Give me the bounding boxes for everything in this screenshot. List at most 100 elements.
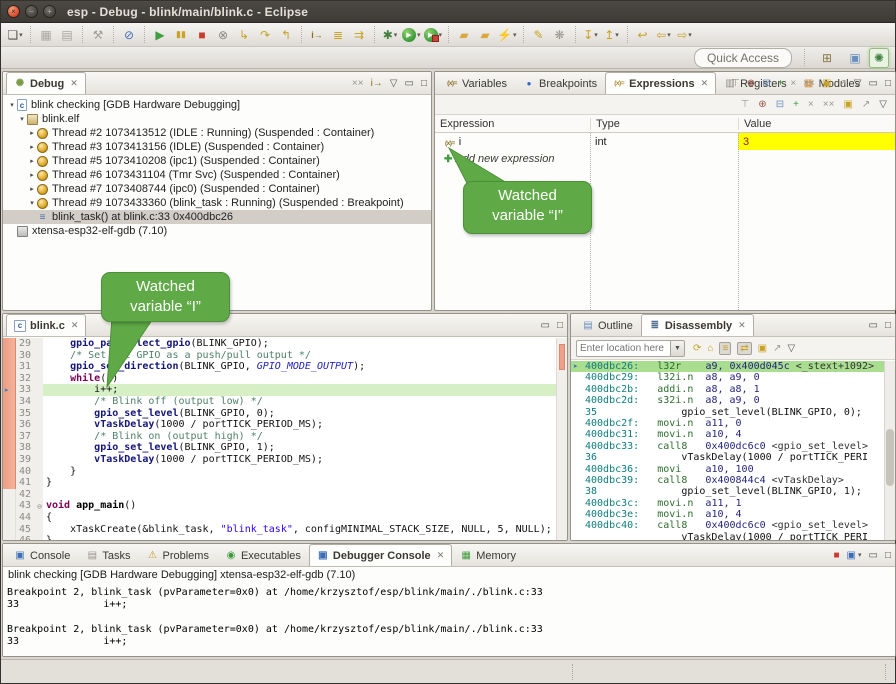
annotation-ruler-cell[interactable] bbox=[3, 396, 16, 408]
maximize-window-button[interactable]: + bbox=[43, 5, 56, 18]
console-tab-debugger-console[interactable]: Debugger Console✕ bbox=[309, 544, 452, 566]
code-line[interactable]: 41} bbox=[3, 477, 556, 489]
line-number[interactable]: 43⊖ bbox=[16, 500, 43, 512]
close-icon[interactable]: ✕ bbox=[71, 320, 79, 331]
expander-closed-icon[interactable]: ▸ bbox=[27, 185, 37, 193]
step-over-icon[interactable]: ↷ bbox=[255, 25, 275, 45]
annotation-ruler-cell[interactable] bbox=[3, 419, 16, 431]
dropdown-caret-icon[interactable]: ▾ bbox=[417, 31, 421, 39]
show-logical-structure-icon[interactable]: ⊕ bbox=[758, 99, 766, 110]
expander-open-icon[interactable]: ▾ bbox=[17, 115, 27, 123]
expander-closed-icon[interactable]: ▸ bbox=[27, 143, 37, 151]
dropdown-caret-icon[interactable]: ▾ bbox=[513, 31, 517, 39]
annotation-ruler-cell[interactable] bbox=[3, 477, 16, 489]
minimize-icon[interactable]: ▭ bbox=[541, 320, 550, 331]
minimize-icon[interactable]: ▭ bbox=[869, 78, 878, 89]
console-tab-problems[interactable]: Problems bbox=[138, 544, 216, 566]
resume-icon[interactable]: ▶ bbox=[150, 25, 170, 45]
external-tools-icon[interactable]: ▶▾ bbox=[423, 25, 444, 45]
annotation-ruler-cell[interactable] bbox=[3, 350, 16, 362]
disassembly-line[interactable]: 400dbc2b: addi.n a8, a8, 1 bbox=[571, 384, 884, 395]
column-header-value[interactable]: Value bbox=[738, 118, 895, 130]
views-tab-outline[interactable]: Outline bbox=[574, 314, 641, 336]
debug-tree-item[interactable]: blink_task() at blink.c:33 0x400dbc26 bbox=[3, 210, 431, 224]
disassembly-line[interactable]: 400dbc2f: movi.n a11, 0 bbox=[571, 418, 884, 429]
location-dropdown-icon[interactable]: ▼ bbox=[670, 340, 685, 357]
run-icon[interactable]: ▶▾ bbox=[401, 25, 422, 45]
disassembly-line[interactable]: 400dbc36: movi a10, 100 bbox=[571, 464, 884, 475]
annotation-ruler-cell[interactable] bbox=[3, 408, 16, 420]
flash-target-icon[interactable]: ⚡▾ bbox=[496, 25, 517, 45]
dropdown-caret-icon[interactable]: ▾ bbox=[394, 31, 398, 39]
views-tab-variables[interactable]: Variables bbox=[438, 72, 515, 94]
close-icon[interactable]: ✕ bbox=[738, 320, 746, 331]
open-new-view-icon[interactable]: ▣ bbox=[843, 99, 852, 110]
collapse-all-icon[interactable]: ⊟ bbox=[776, 99, 784, 110]
open-new-view-icon[interactable]: ▣ bbox=[822, 78, 831, 89]
line-number[interactable]: 40 bbox=[16, 466, 43, 478]
expander-closed-icon[interactable]: ▸ bbox=[27, 129, 37, 137]
view-menu-icon[interactable]: ▽ bbox=[854, 78, 862, 89]
line-number[interactable]: 34 bbox=[16, 396, 43, 408]
line-number[interactable]: 37 bbox=[16, 431, 43, 443]
disassembly-line[interactable]: 400dbc3e: movi.n a10, 4 bbox=[571, 509, 884, 520]
instruction-stepping-icon[interactable]: i→ bbox=[307, 25, 327, 45]
annotation-ruler-cell[interactable] bbox=[3, 361, 16, 373]
sync-active-context-icon[interactable]: ⇄ bbox=[737, 342, 751, 355]
forward-icon[interactable]: ⇨▾ bbox=[675, 25, 695, 45]
dropdown-caret-icon[interactable]: ▾ bbox=[615, 31, 619, 39]
maximize-icon[interactable]: □ bbox=[885, 550, 891, 561]
disassembly-line[interactable]: 36 vTaskDelay(1000 / portTICK_PERI bbox=[571, 452, 884, 463]
disassembly-line[interactable]: 400dbc2d: s32i.n a8, a9, 0 bbox=[571, 395, 884, 406]
debug-tree-item[interactable]: ▾blink.elf bbox=[3, 112, 431, 126]
annotation-ruler-cell[interactable] bbox=[3, 431, 16, 443]
disassembly-line[interactable]: ➤400dbc26: l32r a9, 0x400d045c <_stext+1… bbox=[571, 361, 884, 372]
line-number[interactable]: 38 bbox=[16, 442, 43, 454]
disassembly-line[interactable]: 400dbc33: call8 0x400dc6c0 <gpio_set_lev… bbox=[571, 441, 884, 452]
annotation-ruler-cell[interactable] bbox=[3, 466, 16, 478]
annotation-ruler-cell[interactable]: ➤ bbox=[3, 384, 16, 396]
view-menu-icon[interactable]: ▽ bbox=[390, 78, 398, 89]
display-selected-console-icon[interactable]: ▣▾ bbox=[847, 550, 862, 561]
breakpoint-types-icon[interactable]: ≣ bbox=[328, 25, 348, 45]
step-into-icon[interactable]: ↳ bbox=[234, 25, 254, 45]
code-line[interactable]: 38 gpio_set_level(BLINK_GPIO, 1); bbox=[3, 442, 556, 454]
last-edit-location-icon[interactable]: ↩ bbox=[633, 25, 653, 45]
annotation-ruler-cell[interactable] bbox=[3, 454, 16, 466]
code-line[interactable]: 29 gpio_pad_select_gpio(BLINK_GPIO); bbox=[3, 338, 556, 350]
annotation-ruler-cell[interactable] bbox=[3, 500, 16, 512]
column-header-expression[interactable]: Expression bbox=[435, 118, 590, 130]
annotation-ruler-cell[interactable] bbox=[3, 442, 16, 454]
line-number[interactable]: 41 bbox=[16, 477, 43, 489]
maximize-icon[interactable]: □ bbox=[885, 320, 891, 331]
open-new-view-icon[interactable]: ▣ bbox=[758, 343, 767, 354]
close-icon[interactable]: ✕ bbox=[701, 78, 709, 89]
close-icon[interactable]: ✕ bbox=[70, 78, 78, 89]
remove-selected-icon[interactable]: × bbox=[790, 78, 796, 89]
annotation-ruler-cell[interactable] bbox=[3, 373, 16, 385]
skip-all-breakpoints-icon[interactable]: ⊘ bbox=[119, 25, 139, 45]
dropdown-caret-icon[interactable]: ▾ bbox=[439, 31, 443, 39]
disassembly-area[interactable]: ➤400dbc26: l32r a9, 0x400d045c <_stext+1… bbox=[571, 361, 884, 540]
remove-all-icon[interactable]: ×× bbox=[823, 99, 835, 110]
new-wizard-icon[interactable]: ❏▾ bbox=[5, 25, 25, 45]
add-expression-icon[interactable]: + bbox=[778, 78, 784, 89]
pin-view-icon[interactable]: ↗ bbox=[838, 78, 846, 89]
debug-tree-item[interactable]: ▸Thread #2 1073413512 (IDLE : Running) (… bbox=[3, 126, 431, 140]
disassembly-line[interactable]: 38 gpio_set_level(BLINK_GPIO, 1); bbox=[571, 486, 884, 497]
annotation-ruler-cell[interactable] bbox=[3, 489, 16, 501]
value-cell[interactable]: 3 bbox=[738, 133, 895, 150]
debug-perspective-icon[interactable]: ✺ bbox=[869, 48, 889, 68]
remove-selected-icon[interactable]: × bbox=[808, 99, 814, 110]
pin-view-icon[interactable]: ↗ bbox=[862, 99, 870, 110]
code-line[interactable]: ➤33 i++; bbox=[3, 384, 556, 396]
debug-tree-item[interactable]: xtensa-esp32-elf-gdb (7.10) bbox=[3, 224, 431, 238]
settings-gear-icon[interactable]: ❋ bbox=[550, 25, 570, 45]
line-number[interactable]: 44 bbox=[16, 512, 43, 524]
code-line[interactable]: 44{ bbox=[3, 512, 556, 524]
line-number[interactable]: 29 bbox=[16, 338, 43, 350]
disassembly-line[interactable]: 35 gpio_set_level(BLINK_GPIO, 0); bbox=[571, 407, 884, 418]
editor-tab-blink-c[interactable]: blink.c✕ bbox=[6, 314, 86, 336]
code-line[interactable]: 34 /* Blink off (output low) */ bbox=[3, 396, 556, 408]
disassembly-line[interactable]: 400dbc39: call8 0x400844c4 <vTaskDelay> bbox=[571, 475, 884, 486]
